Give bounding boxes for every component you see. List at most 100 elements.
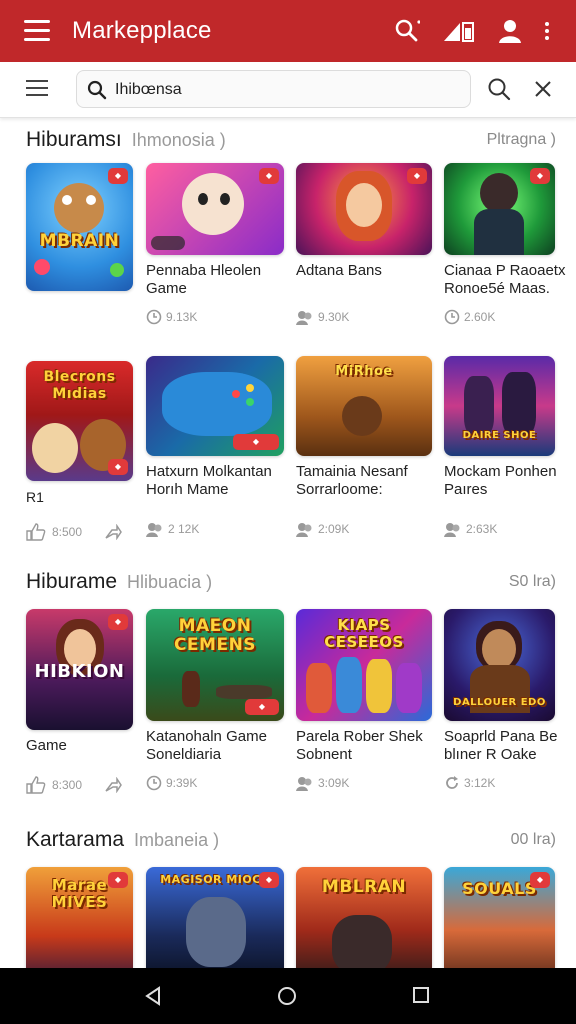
- back-nav-icon[interactable]: [144, 986, 162, 1011]
- section-title: Hiburamsı: [26, 128, 122, 151]
- section-title: Hiburame: [26, 570, 118, 593]
- game-title: R1: [26, 489, 44, 505]
- app-bar: Markepplace: [0, 0, 576, 62]
- game-card[interactable]: ◆ Cianaa P Raoaetx Ronoe5é Maas.: [444, 163, 565, 298]
- badge-icon: ◆: [108, 872, 128, 888]
- clock-icon: [444, 309, 460, 325]
- badge-icon: ◆: [108, 168, 128, 184]
- download-count: 2:63K: [444, 521, 497, 537]
- game-thumbnail: ◆: [296, 163, 432, 255]
- game-title: Katanohaln Game Soneldiaria: [146, 728, 267, 763]
- badge-icon: ◆: [108, 614, 128, 630]
- game-thumbnail: ◆: [146, 356, 284, 456]
- game-title: Hatxurn Molkantan Horıh Mame: [146, 463, 272, 498]
- game-logo-text: HIBKION: [34, 661, 125, 682]
- like-icon: [26, 776, 46, 794]
- game-logo-text: MiRhoe: [335, 364, 393, 379]
- people-icon: [296, 523, 312, 537]
- game-card[interactable]: DAIRE SHOE Mockam Ponhen Paıres: [444, 356, 557, 499]
- badge-icon: ◆: [407, 168, 427, 184]
- game-thumbnail: MiRhoe: [296, 356, 432, 456]
- clock-icon: [146, 775, 162, 791]
- game-title: Pennaba Hleolen Game: [146, 262, 262, 297]
- badge-icon: ◆: [245, 699, 279, 715]
- game-thumbnail: Blecrons Mıdias ◆: [26, 361, 133, 481]
- download-count: 2:09K: [296, 521, 349, 537]
- game-card[interactable]: MAGISOR MIOCR ◆: [146, 867, 284, 968]
- section-header: Hiburame Hlibuacia ) S0 lra): [26, 570, 556, 596]
- see-more-link[interactable]: 00 lra): [511, 831, 556, 849]
- game-title: Soaprld Pana Be blıner R Oake: [444, 728, 558, 763]
- game-logo-text: MBLRAN: [321, 877, 407, 897]
- people-icon: [296, 777, 312, 791]
- game-thumbnail: Marae MIVES ◆: [26, 867, 133, 968]
- game-card[interactable]: KIAPS CESEEOS Parela Rober Shek Sobnent: [296, 609, 432, 764]
- game-logo-text: DALLOUER EDO: [453, 697, 546, 708]
- game-card[interactable]: DALLOUER EDO Soaprld Pana Be blıner R Oak…: [444, 609, 558, 764]
- download-count: 9:39K: [146, 775, 197, 791]
- download-count: 2 12K: [146, 521, 199, 537]
- people-icon: [146, 523, 162, 537]
- share-icon[interactable]: [104, 524, 122, 540]
- download-count: 2.60K: [444, 309, 495, 325]
- refresh-icon: [446, 776, 458, 789]
- game-card[interactable]: SOUALS ◆: [444, 867, 555, 968]
- badge-icon: ◆: [108, 459, 128, 475]
- download-count: 8:300: [26, 776, 122, 794]
- badge-icon: ◆: [259, 168, 279, 184]
- game-thumbnail: KIAPS CESEEOS: [296, 609, 432, 721]
- share-icon[interactable]: [104, 777, 122, 793]
- game-title: Game: [26, 737, 67, 754]
- game-thumbnail: HIBKION ◆: [26, 609, 133, 730]
- game-card[interactable]: HIBKION ◆ Game: [26, 609, 133, 755]
- content-scroll[interactable]: Hiburamsı Ihmonosia ) Pltragna ) MBRAIN ◆…: [0, 118, 576, 968]
- game-thumbnail: DALLOUER EDO: [444, 609, 555, 721]
- game-thumbnail: MAEON CEMENS ◆: [146, 609, 284, 721]
- search-icon: [87, 80, 107, 100]
- menu-icon[interactable]: [24, 20, 50, 42]
- game-logo-text: Blecrons Mıdias: [43, 369, 116, 402]
- game-logo-text: KIAPS CESEEOS: [324, 616, 404, 651]
- home-nav-icon[interactable]: [277, 986, 297, 1011]
- close-icon[interactable]: [533, 79, 553, 104]
- download-count: 3:09K: [296, 775, 349, 791]
- system-nav-bar: [0, 968, 576, 1024]
- see-more-link[interactable]: Pltragna ): [487, 131, 556, 149]
- play-badge: [151, 236, 185, 250]
- recents-nav-icon[interactable]: [412, 986, 430, 1009]
- game-card[interactable]: ◆ Hatxurn Molkantan Horıh Mame: [146, 356, 284, 499]
- game-logo-text: DAIRE SHOE: [462, 430, 537, 441]
- search-input[interactable]: Ihibœnsa: [76, 70, 471, 108]
- game-card[interactable]: MBLRAN: [296, 867, 432, 968]
- section-header: Kartarama Imbaneia ) 00 lra): [26, 828, 556, 854]
- game-card[interactable]: MBRAIN ◆: [26, 163, 133, 291]
- app-title: Markepplace: [72, 17, 212, 44]
- game-thumbnail: MAGISOR MIOCR ◆: [146, 867, 284, 968]
- game-card[interactable]: Marae MIVES ◆: [26, 867, 133, 968]
- game-card[interactable]: ◆ Adtana Bans: [296, 163, 432, 280]
- game-thumbnail: DAIRE SHOE: [444, 356, 555, 456]
- more-vert-icon[interactable]: [544, 21, 550, 41]
- see-more-link[interactable]: S0 lra): [509, 573, 556, 591]
- download-count: 9.30K: [296, 309, 349, 325]
- signal-icon: [442, 19, 476, 43]
- game-card[interactable]: MAEON CEMENS ◆ Katanohaln Game Soneldiari…: [146, 609, 284, 764]
- search-query: Ihibœnsa: [115, 81, 182, 98]
- section-subtitle: Hlibuacia ): [127, 572, 213, 592]
- search-icon[interactable]: [487, 77, 511, 106]
- section-title: Kartarama: [26, 828, 125, 851]
- badge-icon: ◆: [259, 872, 279, 888]
- game-title: Mockam Ponhen Paıres: [444, 463, 557, 498]
- account-icon[interactable]: [498, 19, 522, 43]
- search-toolbar: Ihibœnsa: [0, 62, 576, 118]
- game-logo-text: MAEON CEMENS: [173, 616, 257, 655]
- menu-icon[interactable]: [26, 80, 48, 98]
- search-icon[interactable]: [394, 18, 420, 44]
- game-title: Parela Rober Shek Sobnent: [296, 728, 423, 763]
- game-card[interactable]: ◆ Pennaba Hleolen Game: [146, 163, 284, 298]
- game-card[interactable]: Blecrons Mıdias ◆ R1: [26, 361, 133, 506]
- game-thumbnail: MBRAIN ◆: [26, 163, 133, 291]
- people-icon: [444, 523, 460, 537]
- game-card[interactable]: MiRhoe Tamainia Nesanf Sorrarloome:: [296, 356, 432, 499]
- download-count: 8:500: [26, 523, 122, 541]
